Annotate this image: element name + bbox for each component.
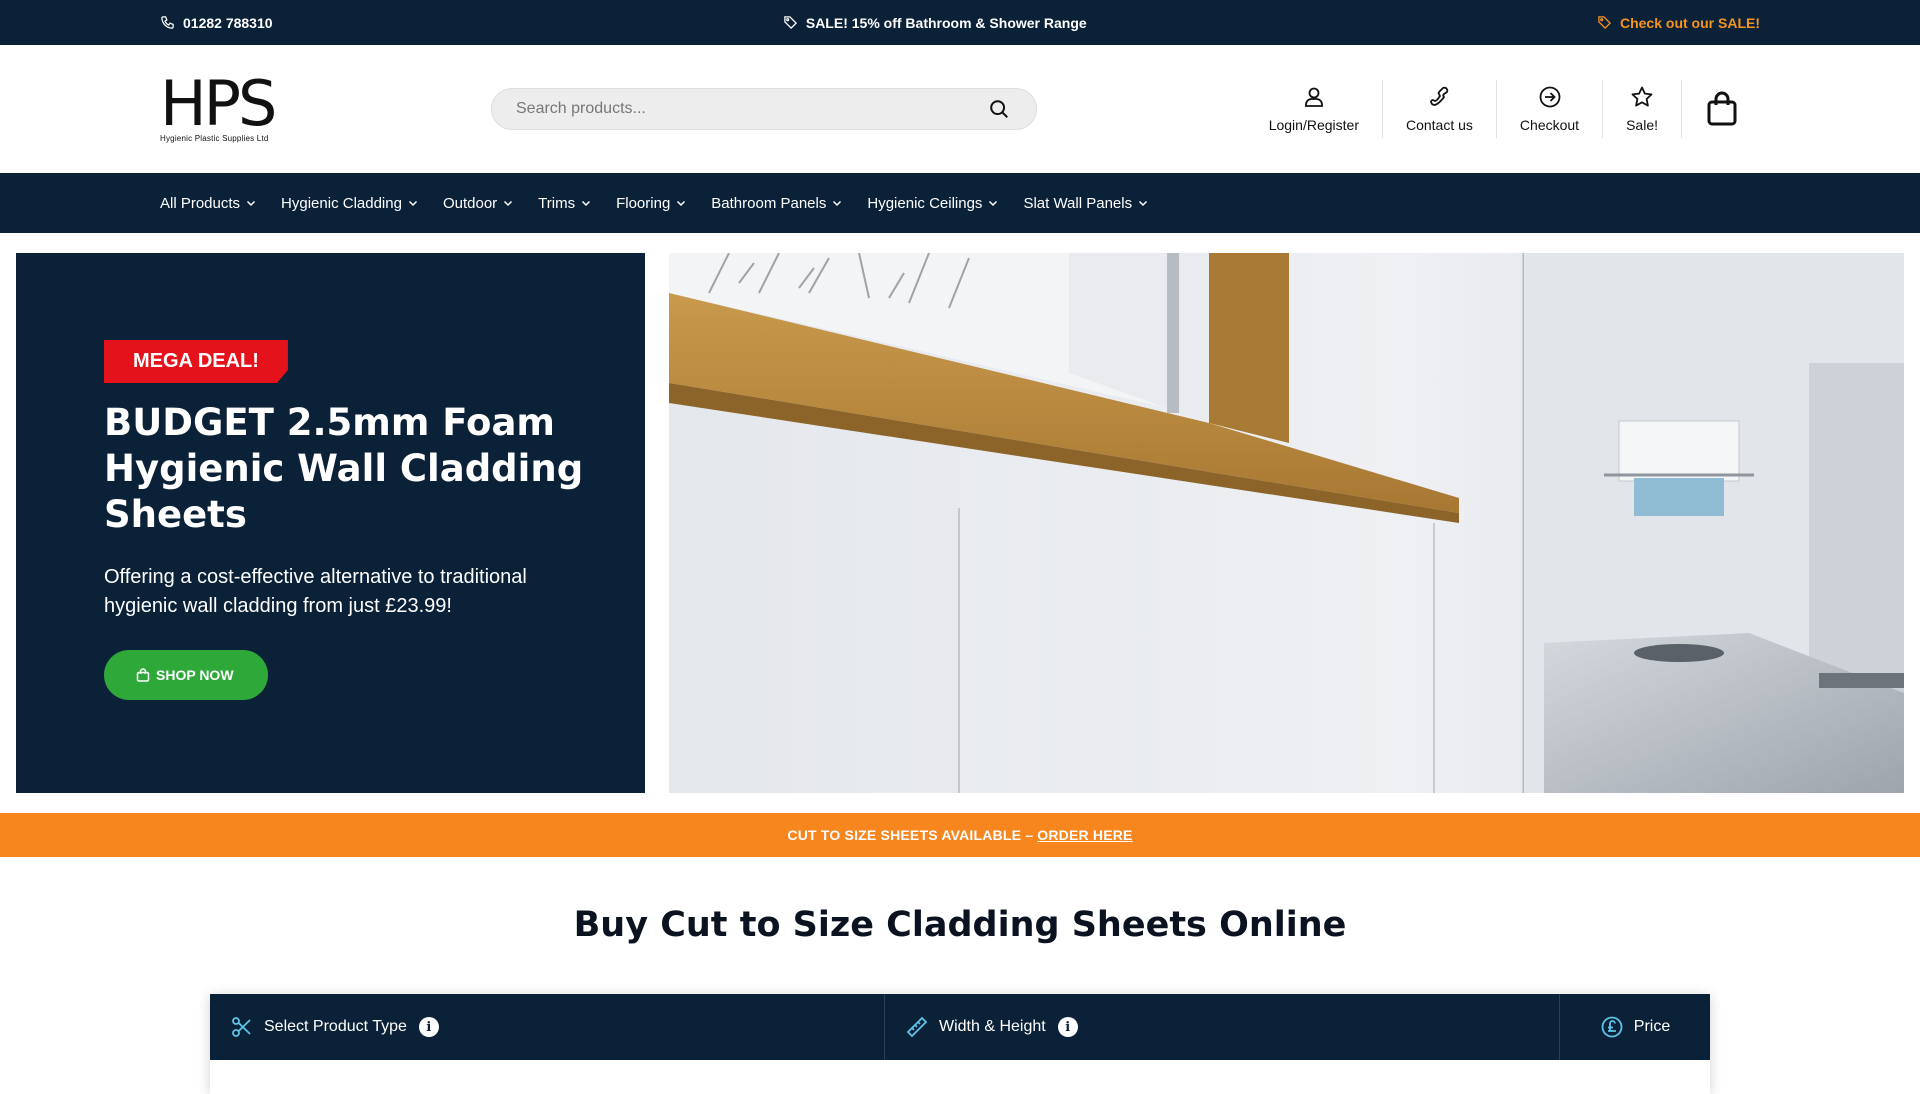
logo-subtitle: Hygienic Plastic Supplies Ltd [160,133,269,143]
hero-description: Offering a cost-effective alternative to… [104,566,527,617]
topbar-promo[interactable]: SALE! 15% off Bathroom & Shower Range [783,15,1087,31]
topbar-phone[interactable]: 01282 788310 [160,15,273,31]
nav-slat-wall-panels[interactable]: Slat Wall Panels [1023,195,1148,212]
shop-now-label: SHOP NOW [156,667,234,683]
phone-icon [161,16,174,29]
search-button[interactable] [986,96,1012,122]
nav-label: Flooring [616,194,671,212]
topbar-promo-text: SALE! 15% off Bathroom & Shower Range [805,14,1087,31]
banner-text: CUT TO SIZE SHEETS AVAILABLE – [787,827,1034,843]
nav-label: Hygienic Cladding [281,194,402,212]
hero-panel: MEGA DEAL! BUDGET 2.5mm Foam Hygienic Wa… [16,253,645,793]
nav-label: Outdoor [442,194,498,212]
user-icon [1304,87,1323,107]
login-register-button[interactable]: Login/Register [1246,80,1383,138]
chevron-down-icon [833,200,842,207]
section-title: Buy Cut to Size Cladding Sheets Online [573,905,1347,945]
nav-flooring[interactable]: Flooring [616,195,686,212]
shopping-bag-icon [136,668,150,682]
step-select-product-type[interactable]: Select Product Type i [210,994,885,1060]
search-bar [491,88,1037,130]
hero-title: BUDGET 2.5mm Foam Hygienic Wall Cladding… [104,401,584,536]
scissors-icon [232,1017,251,1037]
checkout-button[interactable]: Checkout [1497,80,1604,138]
nav-outdoor[interactable]: Outdoor [443,195,513,212]
chevron-down-icon [989,200,998,207]
nav-hygienic-ceilings[interactable]: Hygienic Ceilings [867,195,998,212]
info-icon[interactable]: i [418,1017,439,1037]
chevron-down-icon [247,200,256,207]
nav-all-products[interactable]: All Products [160,195,256,212]
ruler-icon [906,1016,928,1038]
top-bar: 01282 788310 SALE! 15% off Bathroom & Sh… [0,0,1920,45]
chevron-down-icon [1139,200,1148,207]
main-nav: All Products Hygienic Cladding Outdoor T… [0,173,1920,233]
login-register-label: Login/Register [1268,117,1359,133]
sale-label: Sale! [1626,117,1658,133]
shop-now-button[interactable]: SHOP NOW [104,650,268,700]
hero: MEGA DEAL! BUDGET 2.5mm Foam Hygienic Wa… [0,233,1920,793]
topbar-phone-number: 01282 788310 [183,14,273,31]
topbar-sale[interactable]: Check out our SALE! [1597,15,1760,31]
cart-button[interactable] [1704,89,1740,129]
nav-label: Trims [538,194,576,212]
nav-label: All Products [160,194,241,212]
configurator-steps: Select Product Type i Width & Height i P… [210,994,1710,1060]
sale-button[interactable]: Sale! [1603,80,1682,138]
checkout-label: Checkout [1519,117,1580,133]
phone-icon [1430,86,1449,106]
info-icon[interactable]: i [1057,1017,1078,1037]
nav-label: Slat Wall Panels [1023,194,1133,212]
nav-hygienic-cladding[interactable]: Hygienic Cladding [281,195,418,212]
nav-label: Bathroom Panels [711,194,827,212]
site-header: HPS Hygienic Plastic Supplies Ltd Login/… [0,45,1920,173]
contact-button[interactable]: Contact us [1383,80,1497,138]
nav-label: Hygienic Ceilings [867,194,983,212]
sale-link[interactable]: Check out our SALE! [1620,15,1760,31]
hero-image [669,253,1904,793]
chevron-down-icon [677,200,686,207]
step-label: Price [1633,1018,1671,1035]
search-input[interactable] [516,100,986,118]
chevron-down-icon [582,200,591,207]
nav-trims[interactable]: Trims [538,195,591,212]
arrow-circle-icon [1539,86,1560,108]
tag-icon [1598,16,1611,30]
cut-to-size-banner: CUT TO SIZE SHEETS AVAILABLE – ORDER HER… [0,813,1920,857]
step-width-height[interactable]: Width & Height i [885,994,1560,1060]
star-icon [1631,86,1653,107]
logo-mark: HPS [160,66,277,140]
search-icon [990,100,1008,118]
step-price[interactable]: Price [1560,994,1710,1060]
tag-icon [784,16,797,30]
pound-icon [1601,1016,1623,1038]
chevron-down-icon [408,200,417,207]
logo[interactable]: HPS Hygienic Plastic Supplies Ltd [160,66,280,143]
header-actions: Login/Register Contact us Checkout Sale! [1246,45,1740,173]
cut-to-size-configurator: Select Product Type i Width & Height i P… [210,994,1710,1094]
chevron-down-icon [504,200,513,207]
step-label: Width & Height [939,1018,1046,1035]
contact-label: Contact us [1405,117,1473,133]
nav-bathroom-panels[interactable]: Bathroom Panels [711,195,842,212]
mega-deal-badge: MEGA DEAL! [104,340,288,383]
bathroom-cladding-photo [669,253,1904,793]
shopping-bag-icon [1707,91,1737,126]
step-label: Select Product Type [264,1018,407,1035]
order-here-link[interactable]: ORDER HERE [1037,827,1132,843]
